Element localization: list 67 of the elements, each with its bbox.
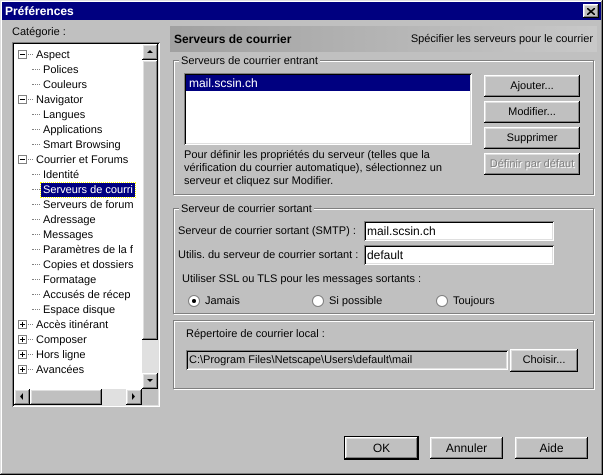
tree-item[interactable]: Paramètres de la f bbox=[41, 242, 135, 256]
radio-label: Jamais bbox=[205, 294, 240, 308]
scroll-up-button[interactable] bbox=[142, 44, 158, 60]
tree-item[interactable]: Avancées bbox=[34, 362, 86, 376]
close-button[interactable] bbox=[583, 4, 599, 18]
tree-item[interactable]: Adressage bbox=[41, 212, 98, 226]
input-field[interactable]: default bbox=[364, 245, 554, 265]
tree-item[interactable]: Identité bbox=[41, 168, 82, 182]
vertical-scrollbar[interactable] bbox=[142, 44, 158, 405]
choose-button[interactable]: Choisir... bbox=[510, 348, 578, 372]
field-label: Serveur de courrier sortant (SMTP) : bbox=[178, 224, 357, 239]
server-list[interactable]: mail.scsin.ch bbox=[184, 73, 472, 145]
collapse-icon[interactable] bbox=[18, 155, 27, 164]
radio-label: Si possible bbox=[329, 294, 382, 308]
collapse-icon[interactable] bbox=[18, 50, 27, 59]
radio-button[interactable] bbox=[436, 294, 448, 307]
dialog-button[interactable]: OK bbox=[345, 437, 418, 459]
tree-item[interactable]: Accusés de récep bbox=[41, 288, 132, 302]
tree-item[interactable]: Serveurs de forum bbox=[41, 198, 136, 212]
tree-item[interactable]: Composer bbox=[34, 332, 89, 346]
server-list-item[interactable]: mail.scsin.ch bbox=[186, 75, 470, 91]
panel-description: Spécifier les serveurs pour le courrier bbox=[410, 32, 593, 47]
field-label: Utilis. du serveur de courrier sortant : bbox=[178, 248, 360, 263]
category-label: Catégorie : bbox=[12, 25, 67, 40]
radio-button[interactable] bbox=[188, 294, 200, 307]
tree-item[interactable]: Langues bbox=[41, 108, 88, 122]
tree-item[interactable]: Accès itinérant bbox=[34, 318, 110, 332]
radio-button[interactable] bbox=[312, 294, 324, 307]
horizontal-scrollbar[interactable] bbox=[14, 389, 142, 405]
tree-item[interactable]: Messages bbox=[41, 228, 96, 242]
dialog-button[interactable]: Annuler bbox=[430, 437, 503, 459]
tree-item[interactable]: Serveurs de courri bbox=[41, 182, 135, 196]
collapse-icon[interactable] bbox=[18, 95, 27, 104]
help-text: Pour définir les propriétés du serveur (telles que la vérification du courrier automatique), sélectionnez un serveur et cliquez sur Modifier. bbox=[184, 149, 444, 188]
panel-title: Serveurs de courrier bbox=[174, 31, 292, 48]
tree-item[interactable]: Hors ligne bbox=[34, 348, 88, 362]
scrollbar-corner bbox=[142, 389, 158, 405]
tree-item[interactable]: Aspect bbox=[34, 48, 72, 62]
tree-item[interactable]: Applications bbox=[41, 122, 104, 136]
server-button[interactable]: Ajouter... bbox=[484, 75, 580, 97]
scroll-left-button[interactable] bbox=[14, 389, 30, 405]
server-button[interactable]: Modifier... bbox=[484, 101, 580, 123]
tree-item[interactable]: Formatage bbox=[41, 272, 98, 286]
tree-item[interactable]: Courrier et Forums bbox=[34, 152, 130, 166]
close-icon bbox=[587, 8, 595, 14]
radio-label: Toujours bbox=[453, 294, 495, 308]
expand-icon[interactable] bbox=[18, 335, 27, 344]
tree-item[interactable]: Smart Browsing bbox=[41, 138, 123, 152]
expand-icon[interactable] bbox=[18, 365, 27, 374]
tree-item[interactable]: Copies et dossiers bbox=[41, 258, 136, 272]
ssl-label: Utiliser SSL ou TLS pour les messages sortants : bbox=[182, 272, 422, 287]
tree-item[interactable]: Navigator bbox=[34, 92, 86, 106]
window-title: Préférences bbox=[5, 3, 74, 20]
tree-item[interactable]: Couleurs bbox=[41, 78, 90, 92]
scroll-right-button[interactable] bbox=[126, 389, 142, 405]
dialog-button[interactable]: Aide bbox=[515, 437, 588, 459]
input-field[interactable]: mail.scsin.ch bbox=[364, 221, 554, 241]
local-folder-label: Répertoire de courrier local : bbox=[186, 327, 326, 342]
tree-item[interactable]: Espace disque bbox=[41, 302, 118, 316]
scrollbar-thumb[interactable] bbox=[142, 60, 158, 340]
folder-path-field[interactable]: C:\Program Files\Netscape\Users\default\mail bbox=[186, 350, 508, 370]
scrollbar-thumb[interactable] bbox=[30, 389, 102, 405]
expand-icon[interactable] bbox=[18, 320, 27, 329]
tree-item[interactable]: Polices bbox=[41, 62, 80, 76]
scroll-down-button[interactable] bbox=[142, 373, 158, 389]
expand-icon[interactable] bbox=[18, 350, 27, 359]
server-button[interactable]: Supprimer bbox=[484, 127, 580, 149]
